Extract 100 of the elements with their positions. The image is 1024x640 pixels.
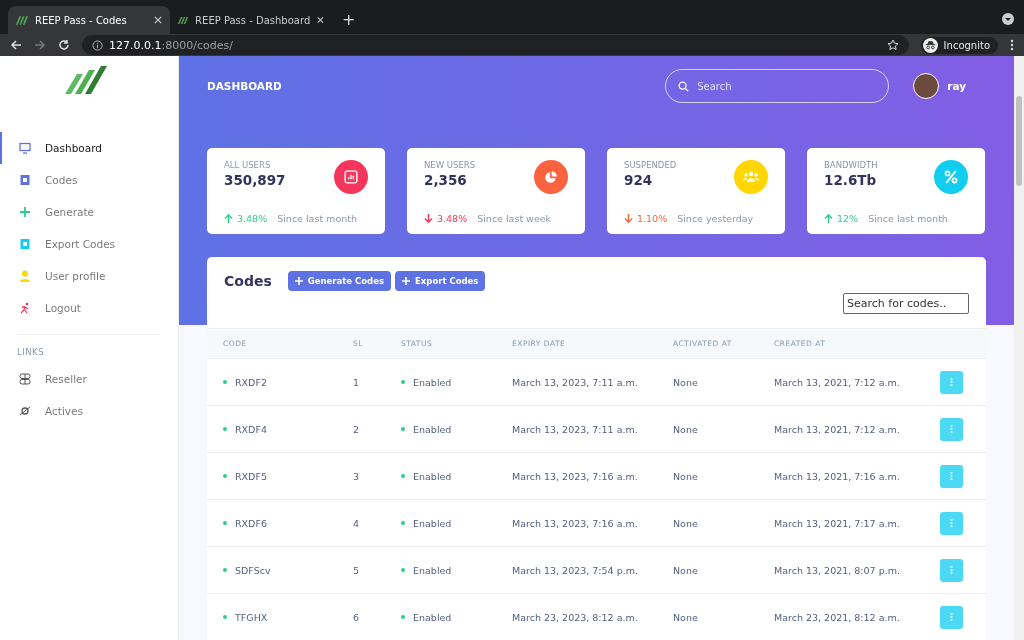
table-cell-text: None <box>673 517 699 529</box>
star-icon[interactable] <box>886 39 899 51</box>
period-label: Since last week <box>477 213 552 224</box>
change-value: 3.48% <box>437 213 468 224</box>
user-name[interactable]: ray <box>947 80 966 92</box>
table-cell-text: None <box>673 611 699 623</box>
table-cell-text: 1 <box>353 376 361 388</box>
change-value: 12% <box>837 213 859 224</box>
table-cell: SDFScv <box>223 564 353 576</box>
table-cell-text: 3 <box>353 470 361 482</box>
grid-icon <box>19 373 31 385</box>
dot-icon <box>223 380 227 384</box>
table-cell-text: 2 <box>353 423 361 435</box>
nav-item[interactable]: Export Codes <box>0 228 178 260</box>
dot-icon <box>401 568 405 572</box>
planet-icon <box>19 405 31 417</box>
plus-icon <box>294 277 303 285</box>
table-cell-text: March 23, 2023, 8:12 a.m. <box>512 611 639 623</box>
nav-item[interactable]: Actives <box>0 395 178 427</box>
info-icon <box>92 39 103 51</box>
users-icon <box>743 171 759 183</box>
reload-icon[interactable] <box>58 39 70 51</box>
close-icon[interactable] <box>154 16 162 24</box>
table-cell-text: 4 <box>353 517 361 529</box>
table-cell: TFGHX <box>223 611 353 623</box>
new-tab-button[interactable]: + <box>332 10 366 34</box>
table-cell-text: March 13, 2023, 7:11 a.m. <box>512 376 639 388</box>
dot-icon <box>401 380 405 384</box>
pie-chart-icon <box>544 170 558 184</box>
more-icon <box>950 377 953 387</box>
page-title: DASHBOARD <box>207 80 282 92</box>
action-button[interactable]: Export Codes <box>395 271 486 291</box>
plus-icon <box>402 277 410 285</box>
table-cell: RXDF4 <box>223 423 353 435</box>
dot-icon <box>401 427 405 431</box>
table-cell: RXDF5 <box>223 470 353 482</box>
change-value: 1.10% <box>637 213 668 224</box>
stripes-icon <box>16 15 28 25</box>
table-cell: Enabled <box>401 564 512 576</box>
avatar[interactable] <box>913 73 940 99</box>
dot-icon <box>401 474 405 478</box>
table-cell-text: None <box>673 376 699 388</box>
dot-icon <box>223 474 227 478</box>
nav-item[interactable]: Logout <box>0 292 178 324</box>
table-cell-text: None <box>673 470 699 482</box>
more-icon <box>950 518 953 528</box>
scrollbar[interactable] <box>1014 56 1024 640</box>
stat-value: 2,356 <box>424 172 468 188</box>
stat-label: NEW USERS <box>424 160 476 170</box>
table-cell-text: March 23, 2021, 8:12 a.m. <box>774 611 901 623</box>
back-icon[interactable] <box>10 39 22 51</box>
action-button[interactable]: Generate Codes <box>287 271 391 291</box>
percent-icon <box>944 170 958 184</box>
forward-icon[interactable] <box>34 39 46 51</box>
table-cell-text: None <box>673 423 699 435</box>
table-cell-text: March 13, 2023, 7:54 p.m. <box>512 564 639 576</box>
section-heading: LINKS <box>16 347 46 357</box>
table-cell-text: None <box>673 564 699 576</box>
browser-tab[interactable]: REEP Pass - Dashboard <box>170 6 332 34</box>
search-icon <box>678 80 690 92</box>
search-field[interactable]: Search for codes.. <box>843 293 969 314</box>
table-cell-text: March 13, 2021, 7:16 a.m. <box>774 470 901 482</box>
dot-icon <box>223 615 227 619</box>
incognito-badge[interactable]: Incognito <box>920 36 998 54</box>
card-title: Codes <box>224 273 272 289</box>
nav-item[interactable]: Generate <box>0 196 178 228</box>
stat-value: 924 <box>624 172 654 188</box>
stat-value: 350,897 <box>224 172 286 188</box>
close-icon[interactable] <box>317 16 324 24</box>
more-icon <box>950 565 953 575</box>
table-cell-text: March 13, 2021, 7:12 a.m. <box>774 423 901 435</box>
stat-label: BANDWIDTH <box>824 160 878 170</box>
table-cell-text: 6 <box>353 611 361 623</box>
table-cell-text: March 13, 2021, 7:12 a.m. <box>774 376 901 388</box>
nav-item[interactable]: User profile <box>0 260 178 292</box>
period-label: Since last month <box>868 213 948 224</box>
stripes-icon <box>178 15 189 25</box>
table-cell: RXDF6 <box>223 517 353 529</box>
table-cell: Enabled <box>401 517 512 529</box>
bar-chart-icon <box>344 170 358 184</box>
table-cell-text: March 13, 2023, 7:16 a.m. <box>512 517 639 529</box>
nav-item[interactable]: Codes <box>0 164 178 196</box>
period-label: Since last month <box>277 213 357 224</box>
table-cell-text: March 13, 2023, 7:16 a.m. <box>512 470 639 482</box>
stat-label: SUSPENDED <box>624 160 677 170</box>
address-field[interactable]: 127.0.0.1:8000/codes/ <box>82 35 909 55</box>
browser-tab[interactable]: REEP Pass - Codes <box>8 6 170 34</box>
table-cell-text: March 13, 2023, 7:11 a.m. <box>512 423 639 435</box>
dropdown-icon[interactable] <box>1002 13 1014 25</box>
menu-icon[interactable] <box>1010 39 1014 51</box>
table-cell-text: March 13, 2021, 7:17 a.m. <box>774 517 901 529</box>
table-cell: RXDF2 <box>223 376 353 388</box>
table-cell-text: March 13, 2021, 8:07 p.m. <box>774 564 901 576</box>
table-cell: Enabled <box>401 611 512 623</box>
table-cell: Enabled <box>401 423 512 435</box>
period-label: Since yesterday <box>677 213 754 224</box>
more-icon <box>950 612 953 622</box>
more-icon <box>950 424 953 434</box>
stat-value: 12.6Tb <box>824 172 878 188</box>
nav-item[interactable]: Reseller <box>0 363 178 395</box>
